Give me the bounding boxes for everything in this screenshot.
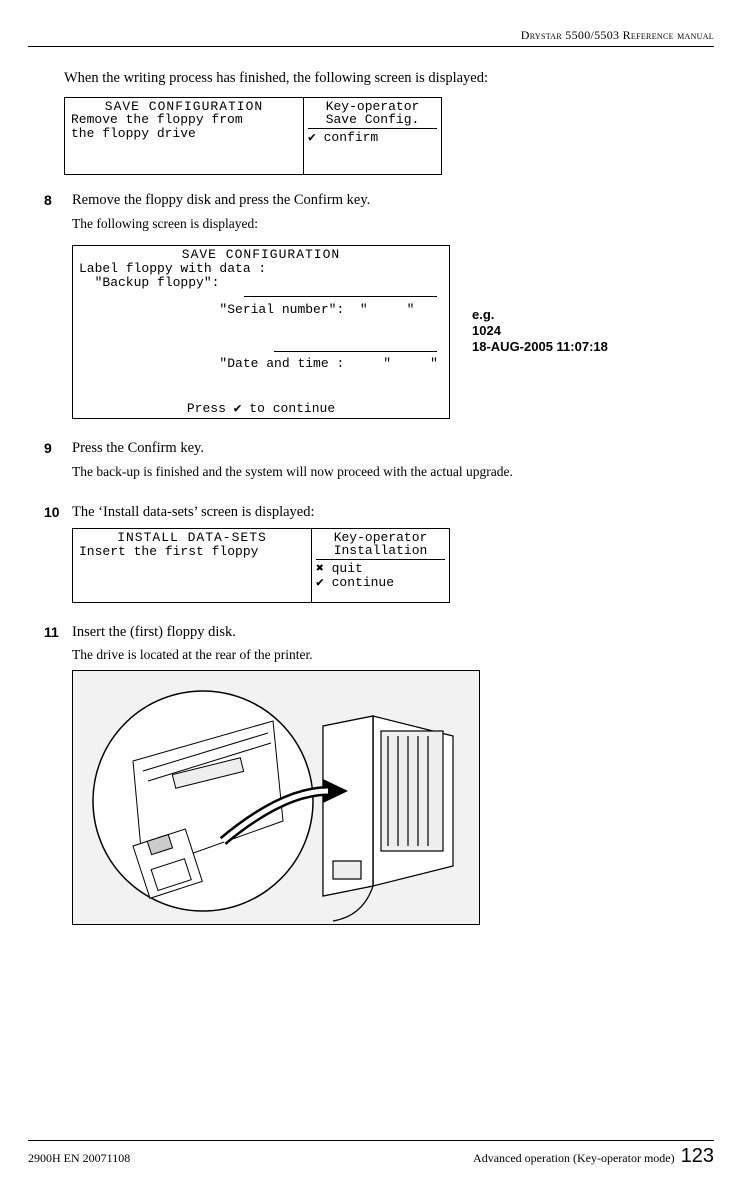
step-11-sub: The drive is located at the rear of the … [72,646,714,664]
step-9-number: 9 [44,439,72,487]
lcd3-body: Insert the first floppy [79,545,305,559]
lcd3-quit-line: ✖ quit [316,562,445,576]
step-9: 9 Press the Confirm key. The back-up is … [44,439,714,487]
check-icon: ✔ [308,130,316,145]
footer-section: Advanced operation (Key-operator mode) [473,1151,675,1166]
lcd1-title: SAVE CONFIGURATION [71,100,297,114]
underline-icon [244,296,437,297]
step-9-title: Press the Confirm key. [72,439,714,459]
lcd2-footer: Press ✔ to continue [79,402,443,416]
lcd3-right-top: Key-operator Installation [316,531,445,560]
page-footer: 2900H EN 20071108 Advanced operation (Ke… [28,1140,714,1168]
step-8-sub: The following screen is displayed: [72,215,714,233]
lcd-screen-install-datasets: INSTALL DATA-SETS Insert the first flopp… [72,528,450,602]
step-10: 10 The ‘Install data-sets’ screen is dis… [44,503,714,607]
lcd3-continue-text: continue [324,575,394,590]
step-8: 8 Remove the floppy disk and press the C… [44,191,714,422]
header-title: Drystar 5500/5503 Reference manual [521,28,714,42]
lcd2-title: SAVE CONFIGURATION [79,248,443,262]
lcd2-line3: "Serial number": " " [79,289,443,344]
lcd2-line4: "Date and time : " " [79,344,443,399]
step-11-title: Insert the (first) floppy disk. [72,623,714,643]
printer-drawing-icon [73,671,480,925]
content-area: When the writing process has finished, t… [28,47,714,925]
lcd2-line1: Label floppy with data : [79,262,443,276]
lcd3-title: INSTALL DATA-SETS [79,531,305,545]
page-header: Drystar 5500/5503 Reference manual [28,28,714,47]
page-number: 123 [681,1145,714,1168]
check-icon: ✔ [316,575,324,590]
lcd1-right-top: Key-operator Save Config. [308,100,437,129]
lcd2-line2: "Backup floppy": [79,276,443,290]
step-8-number: 8 [44,191,72,422]
underline-icon [274,351,437,352]
step-8-title: Remove the floppy disk and press the Con… [72,191,714,211]
lcd-screen-save-config-1: SAVE CONFIGURATION Remove the floppy fro… [64,97,442,176]
step-11: 11 Insert the (first) floppy disk. The d… [44,623,714,926]
lcd-screen-save-config-2: SAVE CONFIGURATION Label floppy with dat… [72,245,450,419]
step-11-number: 11 [44,623,72,926]
lcd1-confirm-text: confirm [316,130,378,145]
step-10-title: The ‘Install data-sets’ screen is displa… [72,503,714,523]
footer-doc-id: 2900H EN 20071108 [28,1151,473,1166]
lcd1-confirm-line: ✔ confirm [308,131,437,145]
lcd1-body: Remove the floppy from the floppy drive [71,113,297,140]
lcd3-continue-line: ✔ continue [316,576,445,590]
page: Drystar 5500/5503 Reference manual When … [0,0,746,1186]
step-9-sub: The back-up is finished and the system w… [72,463,714,481]
intro-text: When the writing process has finished, t… [64,69,714,89]
step-10-number: 10 [44,503,72,607]
lcd2-example-note: e.g. 1024 18-AUG-2005 11:07:18 [472,307,608,356]
printer-floppy-illustration [72,670,480,925]
